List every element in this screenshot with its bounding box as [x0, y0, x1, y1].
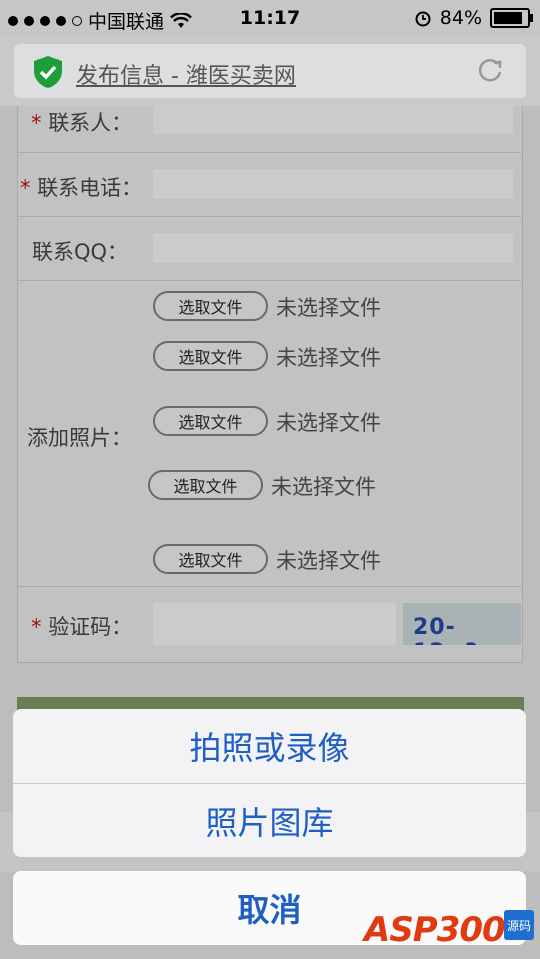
address-bar[interactable]: 发布信息 - 潍医买卖网 — [14, 44, 526, 98]
action-sheet: 拍照或录像 照片图库 — [13, 709, 526, 857]
photo-library-option[interactable]: 照片图库 — [13, 784, 526, 857]
captcha-label: * 验证码： — [31, 615, 133, 639]
choose-file-button[interactable]: 选取文件 — [153, 291, 268, 321]
refresh-icon[interactable] — [476, 56, 504, 84]
page-title[interactable]: 发布信息 - 潍医买卖网 — [76, 58, 296, 90]
choose-file-button[interactable]: 选取文件 — [153, 544, 268, 574]
file-status: 未选择文件 — [271, 475, 376, 499]
choose-file-button[interactable]: 选取文件 — [153, 406, 268, 436]
contact-input[interactable] — [153, 104, 513, 134]
row-divider — [17, 216, 521, 217]
phone-label: * 联系电话： — [20, 176, 143, 200]
watermark-logo: ASP300 源码 — [364, 902, 534, 956]
row-divider — [17, 152, 521, 153]
alarm-icon — [415, 11, 431, 27]
battery-icon — [490, 8, 533, 28]
captcha-input[interactable] — [153, 603, 396, 645]
file-status: 未选择文件 — [276, 296, 381, 320]
shield-icon — [34, 56, 62, 88]
qq-input[interactable] — [153, 233, 513, 263]
qq-label: 联系QQ： — [32, 240, 129, 264]
file-status: 未选择文件 — [276, 549, 381, 573]
take-photo-option[interactable]: 拍照或录像 — [13, 709, 526, 783]
battery-percent: 84% — [439, 7, 482, 29]
choose-file-button[interactable]: 选取文件 — [148, 470, 263, 500]
status-right: 84% — [414, 7, 533, 29]
status-bar: 中国联通 11:17 84% — [0, 0, 540, 36]
row-divider — [17, 586, 521, 587]
captcha-image[interactable]: 20-12=? — [403, 603, 521, 645]
row-divider — [17, 280, 521, 281]
contact-label: * 联系人： — [31, 111, 133, 135]
photo-label: 添加照片： — [27, 426, 132, 450]
choose-file-button[interactable]: 选取文件 — [153, 341, 268, 371]
file-status: 未选择文件 — [276, 411, 381, 435]
file-status: 未选择文件 — [276, 346, 381, 370]
phone-input[interactable] — [153, 169, 513, 199]
